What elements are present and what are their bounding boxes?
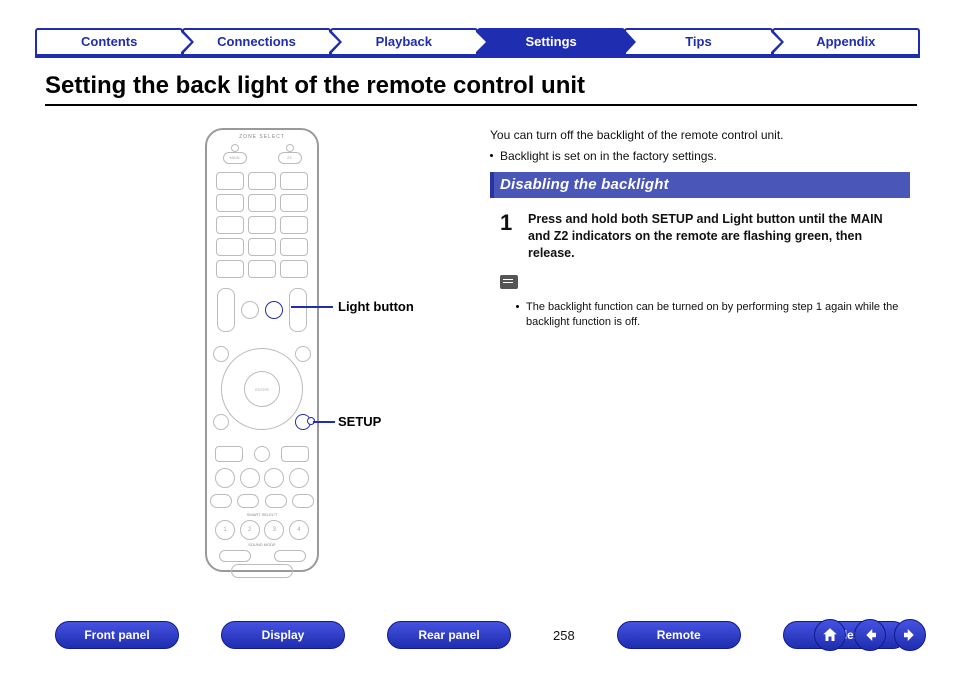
ch-vol-rockers — [207, 288, 317, 332]
callout-line-setup — [313, 421, 335, 423]
sharp-row — [207, 494, 317, 508]
remote-illustration: ZONE SELECT MAIN Z2 SMART SELECT 1 2 3 4 — [205, 128, 319, 572]
intro-text: You can turn off the backlight of the re… — [490, 127, 910, 165]
light-button-on-remote — [265, 301, 283, 319]
note-text: The backlight function can be turned on … — [516, 300, 918, 330]
nav-display[interactable]: Display — [221, 621, 345, 649]
zone-main: MAIN — [223, 152, 247, 164]
prev-page-icon[interactable] — [854, 619, 886, 651]
volume-rocker — [289, 288, 307, 332]
callout-light-label: Light button — [338, 299, 414, 314]
next-page-icon[interactable] — [894, 619, 926, 651]
page-title: Setting the back light of the remote con… — [45, 72, 585, 100]
smart-select-label: SMART SELECT — [207, 512, 317, 517]
home-icon[interactable] — [814, 619, 846, 651]
nav-remote[interactable]: Remote — [617, 621, 741, 649]
zone-indicators — [207, 144, 317, 152]
nav-front-panel[interactable]: Front panel — [55, 621, 179, 649]
number-row — [207, 468, 317, 488]
smart-select-row: 1 2 3 4 — [207, 520, 317, 540]
page-number: 258 — [553, 628, 575, 643]
callout-setup-label: SETUP — [338, 414, 381, 429]
intro-bullet: Backlight is set on in the factory setti… — [490, 148, 910, 165]
section-heading: Disabling the backlight — [490, 172, 910, 198]
bottom-pill — [207, 564, 317, 578]
top-tab-bar: Contents Connections Playback Settings T… — [35, 28, 919, 56]
mute-button — [241, 301, 259, 319]
step-text: Press and hold both SETUP and Light butt… — [528, 211, 908, 262]
page-nav-buttons — [814, 619, 926, 651]
sound-mode-row — [207, 550, 317, 562]
sound-mode-label: SOUND MODE — [207, 542, 317, 547]
step-number: 1 — [500, 210, 512, 236]
input-grid — [207, 172, 317, 278]
intro-line: You can turn off the backlight of the re… — [490, 127, 910, 144]
zone-z2: Z2 — [278, 152, 302, 164]
title-rule — [45, 104, 917, 106]
bottom-nav: Front panel Display Rear panel 258 Remot… — [55, 621, 907, 649]
tune-center — [207, 446, 317, 462]
ch-page-rocker — [217, 288, 235, 332]
callout-line-light — [291, 306, 333, 308]
zone-select-label: ZONE SELECT — [207, 134, 317, 140]
zone-buttons: MAIN Z2 — [207, 152, 317, 164]
note-icon — [500, 275, 518, 289]
nav-rear-panel[interactable]: Rear panel — [387, 621, 511, 649]
